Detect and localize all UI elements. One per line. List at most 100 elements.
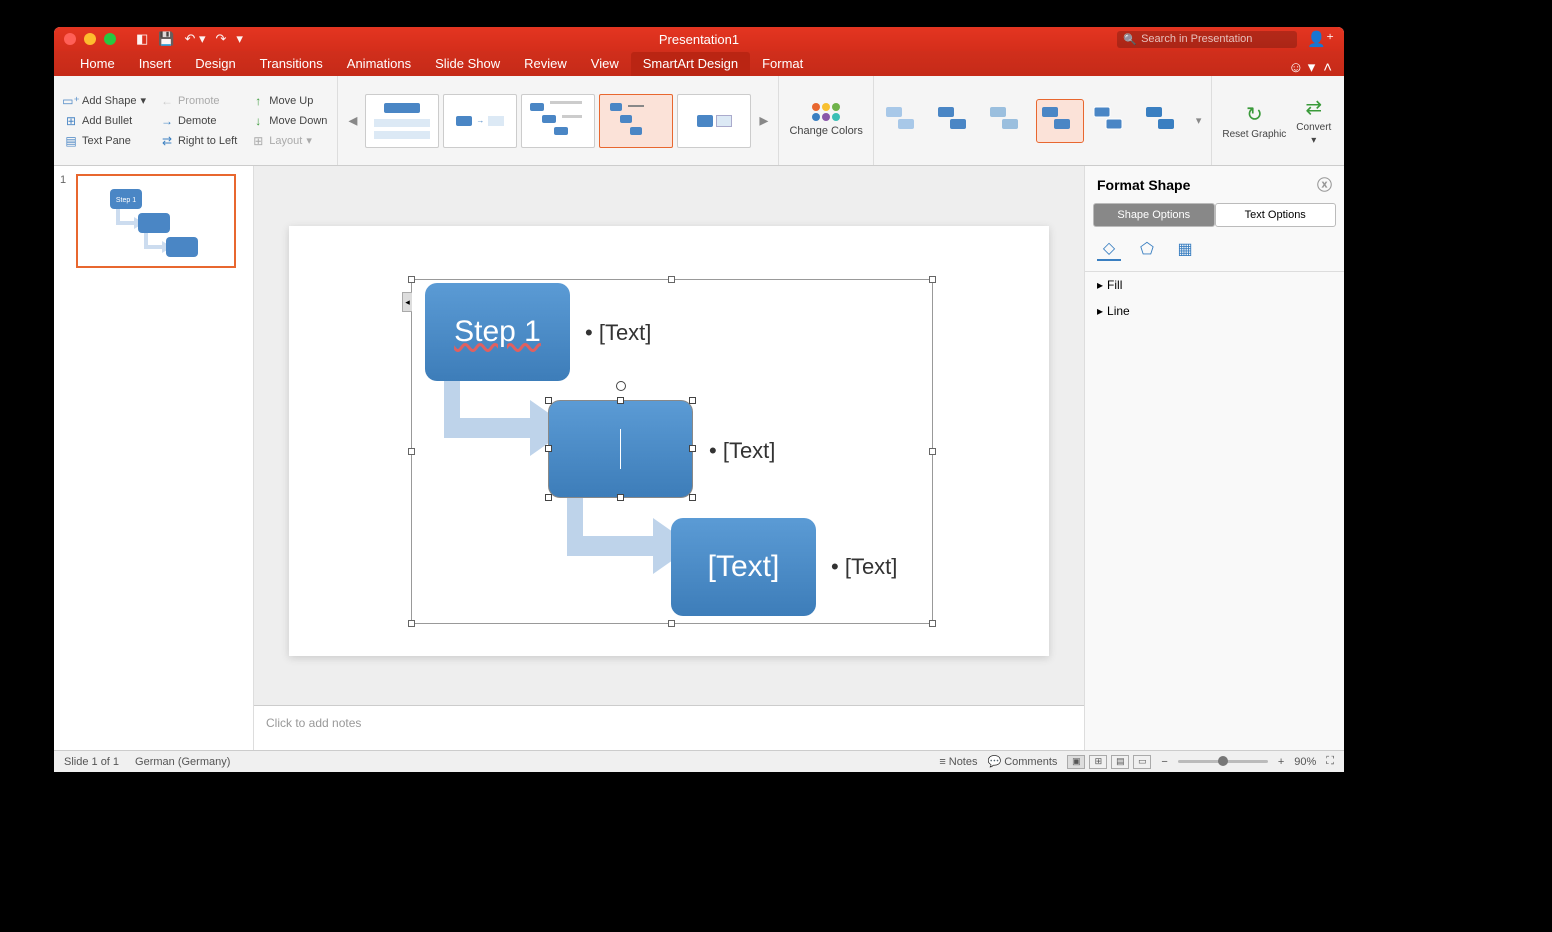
tab-format[interactable]: Format xyxy=(750,52,815,76)
sorter-view-icon[interactable]: ⊞ xyxy=(1089,755,1107,769)
bullet-2[interactable]: • [Text] xyxy=(709,438,775,464)
slide-info[interactable]: Slide 1 of 1 xyxy=(64,756,119,768)
text-pane-icon: ▤ xyxy=(64,134,78,148)
fill-line-icon[interactable]: ◇ xyxy=(1097,237,1121,261)
ribbon-tabs: Home Insert Design Transitions Animation… xyxy=(54,51,1344,76)
move-down-button[interactable]: ↓Move Down xyxy=(249,112,329,130)
step-1-text[interactable]: Step 1 xyxy=(454,315,541,349)
tab-home[interactable]: Home xyxy=(68,52,127,76)
step-box-2[interactable] xyxy=(548,400,693,498)
maximize-window-icon[interactable] xyxy=(104,33,116,45)
ribbon-group-reset: ↻ Reset Graphic ⇄ Convert ▾ xyxy=(1212,76,1341,165)
close-window-icon[interactable] xyxy=(64,33,76,45)
style-option-4[interactable] xyxy=(1036,99,1084,143)
redo-icon[interactable]: ↷ xyxy=(216,31,227,47)
right-to-left-button[interactable]: ⇄Right to Left xyxy=(158,132,239,150)
step-3-text[interactable]: [Text] xyxy=(708,550,780,584)
style-more-icon[interactable]: ▾ xyxy=(1192,114,1206,127)
text-pane-button[interactable]: ▤Text Pane xyxy=(62,132,148,150)
move-down-icon: ↓ xyxy=(251,114,265,128)
add-shape-button[interactable]: ▭⁺Add Shape ▾ xyxy=(62,92,148,110)
style-option-3[interactable] xyxy=(984,99,1032,143)
promote-icon: ← xyxy=(160,94,174,108)
layout-option-5[interactable] xyxy=(677,94,751,148)
style-option-5[interactable] xyxy=(1088,99,1136,143)
demote-icon: → xyxy=(160,114,174,128)
zoom-out-icon[interactable]: − xyxy=(1161,756,1167,768)
qat-more-icon[interactable]: ▾ xyxy=(236,31,243,47)
feedback-icon[interactable]: ☺ ▾ xyxy=(1288,58,1315,76)
reset-graphic-button[interactable]: ↻ Reset Graphic xyxy=(1222,102,1286,140)
share-icon[interactable]: 👤⁺ xyxy=(1307,30,1334,48)
tab-smartart-design[interactable]: SmartArt Design xyxy=(631,52,750,76)
layout-option-3[interactable] xyxy=(521,94,595,148)
rtl-icon: ⇄ xyxy=(160,134,174,148)
save-icon[interactable]: 💾 xyxy=(158,31,174,47)
normal-view-icon[interactable]: ▣ xyxy=(1067,755,1085,769)
add-bullet-icon: ⊞ xyxy=(64,114,78,128)
format-shape-pane: Format Shape ⓧ Shape Options Text Option… xyxy=(1084,166,1344,750)
layout-option-4[interactable] xyxy=(599,94,673,148)
tab-design[interactable]: Design xyxy=(183,52,247,76)
close-pane-icon[interactable]: ⓧ xyxy=(1317,174,1332,195)
language-status[interactable]: German (Germany) xyxy=(135,756,230,768)
convert-button[interactable]: ⇄ Convert ▾ xyxy=(1296,95,1331,146)
comments-button[interactable]: 💬 Comments xyxy=(988,755,1058,768)
style-option-6[interactable] xyxy=(1140,99,1188,143)
tab-review[interactable]: Review xyxy=(512,52,579,76)
style-option-2[interactable] xyxy=(932,99,980,143)
format-pane-title: Format Shape xyxy=(1097,177,1190,193)
layout-prev-icon[interactable]: ◂ xyxy=(344,110,361,131)
tab-shape-options[interactable]: Shape Options xyxy=(1093,203,1215,227)
slide-canvas[interactable]: ◂ Step 1 xyxy=(289,226,1049,656)
reset-icon: ↻ xyxy=(1246,102,1263,127)
tab-transitions[interactable]: Transitions xyxy=(248,52,335,76)
ribbon-group-create: ▭⁺Add Shape ▾ ←Promote ↑Move Up ⊞Add Bul… xyxy=(54,76,338,165)
step-box-3[interactable]: [Text] xyxy=(671,518,816,616)
search-box[interactable]: 🔍 xyxy=(1117,31,1297,48)
layout-next-icon[interactable]: ▸ xyxy=(755,110,772,131)
zoom-slider[interactable] xyxy=(1178,760,1268,763)
app-window: ◧ 💾 ↶ ▾ ↷ ▾ Presentation1 🔍 👤⁺ Home Inse… xyxy=(54,27,1344,772)
reading-view-icon[interactable]: ▤ xyxy=(1111,755,1129,769)
layout-option-2[interactable]: → xyxy=(443,94,517,148)
zoom-in-icon[interactable]: + xyxy=(1278,756,1284,768)
layout-gallery: ◂ → ▸ xyxy=(338,76,779,165)
bullet-1[interactable]: • [Text] xyxy=(585,320,651,346)
slide-thumb-1[interactable]: 1 Step 1 xyxy=(62,174,245,268)
notes-area[interactable]: Click to add notes xyxy=(254,705,1084,750)
text-pane-toggle[interactable]: ◂ xyxy=(402,292,412,312)
rotate-handle[interactable] xyxy=(616,381,626,391)
move-up-button[interactable]: ↑Move Up xyxy=(249,92,329,110)
tab-text-options[interactable]: Text Options xyxy=(1215,203,1337,227)
zoom-value[interactable]: 90% xyxy=(1294,756,1316,768)
tab-insert[interactable]: Insert xyxy=(127,52,184,76)
search-input[interactable] xyxy=(1141,33,1291,45)
document-title: Presentation1 xyxy=(659,32,739,47)
tab-slideshow[interactable]: Slide Show xyxy=(423,52,512,76)
size-props-icon[interactable]: ▦ xyxy=(1173,237,1197,261)
section-fill[interactable]: ▸ Fill xyxy=(1085,272,1344,298)
tab-view[interactable]: View xyxy=(579,52,631,76)
change-colors-button[interactable]: Change Colors xyxy=(779,76,873,165)
effects-icon[interactable]: ⬠ xyxy=(1135,237,1159,261)
style-option-1[interactable] xyxy=(880,99,928,143)
slideshow-view-icon[interactable]: ▭ xyxy=(1133,755,1151,769)
svg-text:Step 1: Step 1 xyxy=(116,197,136,204)
bullet-3[interactable]: • [Text] xyxy=(831,554,897,580)
notes-button[interactable]: ≡ Notes xyxy=(939,756,977,768)
fit-slide-icon[interactable]: ⛶ xyxy=(1326,755,1334,768)
minimize-window-icon[interactable] xyxy=(84,33,96,45)
undo-icon[interactable]: ↶ ▾ xyxy=(184,31,205,47)
layout-option-1[interactable] xyxy=(365,94,439,148)
step-box-1[interactable]: Step 1 xyxy=(425,283,570,381)
demote-button[interactable]: →Demote xyxy=(158,112,239,130)
add-bullet-button[interactable]: ⊞Add Bullet xyxy=(62,112,148,130)
collapse-ribbon-icon[interactable]: ˄ xyxy=(1323,59,1332,76)
promote-button[interactable]: ←Promote xyxy=(158,92,239,110)
slide-editor: ◂ Step 1 xyxy=(254,166,1084,750)
layout-button[interactable]: ⊞Layout ▾ xyxy=(249,132,329,150)
section-line[interactable]: ▸ Line xyxy=(1085,298,1344,324)
tab-animations[interactable]: Animations xyxy=(335,52,423,76)
autosave-icon[interactable]: ◧ xyxy=(136,31,148,47)
